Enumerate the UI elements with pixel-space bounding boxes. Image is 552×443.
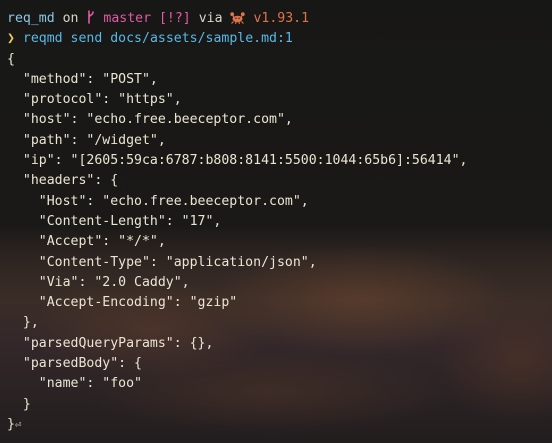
current-directory: req_md bbox=[7, 11, 55, 26]
shell-status-line: req_md on master [!?] via v1.93.1 bbox=[7, 9, 552, 29]
command-text[interactable]: reqmd send docs/assets/sample.md:1 bbox=[23, 31, 293, 46]
output-last-line: }⏎ bbox=[7, 415, 552, 435]
git-status-indicator: [!?] bbox=[158, 11, 191, 26]
via-label: via bbox=[198, 11, 223, 26]
no-newline-marker: ⏎ bbox=[14, 417, 22, 431]
output-line: "path": "/widget", bbox=[7, 132, 166, 148]
output-line: "method": "POST", bbox=[7, 71, 158, 87]
output-line: "Accept": "*/*", bbox=[7, 234, 166, 250]
output-line: }, bbox=[7, 315, 39, 331]
output-line: "Content-Length": "17", bbox=[7, 213, 222, 229]
output-line: { bbox=[7, 51, 15, 67]
output-line: "host": "echo.free.beeceptor.com", bbox=[7, 112, 293, 128]
output-line: "Via": "2.0 Caddy", bbox=[7, 274, 190, 290]
output-line: "Content-Type": "application/json", bbox=[7, 254, 317, 270]
rust-crab-icon bbox=[230, 12, 246, 24]
output-line: "parsedBody": { bbox=[7, 356, 142, 372]
output-line: "ip": "[2605:59ca:6787:b808:8141:5500:10… bbox=[7, 153, 468, 169]
closing-brace: } bbox=[7, 416, 15, 432]
output-line: } bbox=[7, 396, 31, 412]
output-line: "protocol": "https", bbox=[7, 92, 182, 108]
output-line: "parsedQueryParams": {}, bbox=[7, 335, 214, 351]
output-line: "name": "foo" bbox=[7, 376, 142, 392]
terminal-window[interactable]: req_md on master [!?] via v1.93.1 ❯ reqm… bbox=[7, 9, 552, 435]
command-line[interactable]: ❯ reqmd send docs/assets/sample.md:1 bbox=[7, 29, 552, 49]
git-branch-icon bbox=[88, 10, 95, 24]
git-branch-name: master bbox=[103, 11, 152, 26]
on-label: on bbox=[62, 11, 79, 26]
output-line: "headers": { bbox=[7, 173, 119, 189]
prompt-symbol: ❯ bbox=[7, 31, 15, 47]
output-line: "Host": "echo.free.beeceptor.com", bbox=[7, 193, 309, 209]
rust-version: v1.93.1 bbox=[253, 11, 310, 26]
json-output: { "method": "POST", "protocol": "https",… bbox=[7, 50, 552, 436]
output-line: "Accept-Encoding": "gzip" bbox=[7, 295, 238, 311]
